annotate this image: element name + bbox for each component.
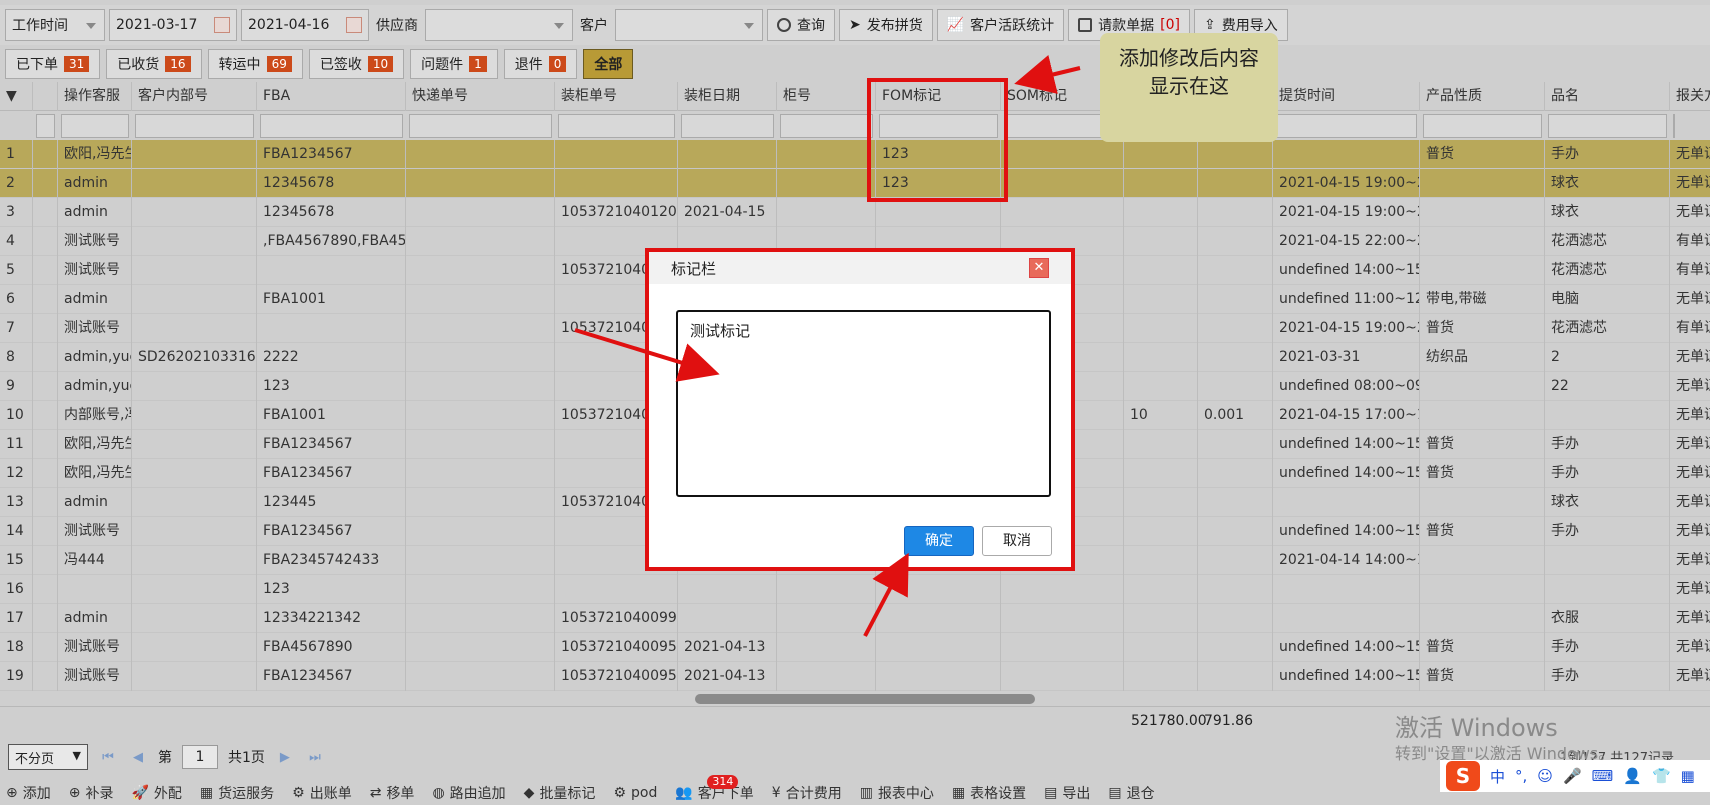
arrow-to-textarea (574, 328, 720, 382)
annotation-arrows (574, 55, 1081, 637)
arrow-to-confirm (863, 552, 909, 637)
arrow-to-fom (1014, 55, 1081, 94)
